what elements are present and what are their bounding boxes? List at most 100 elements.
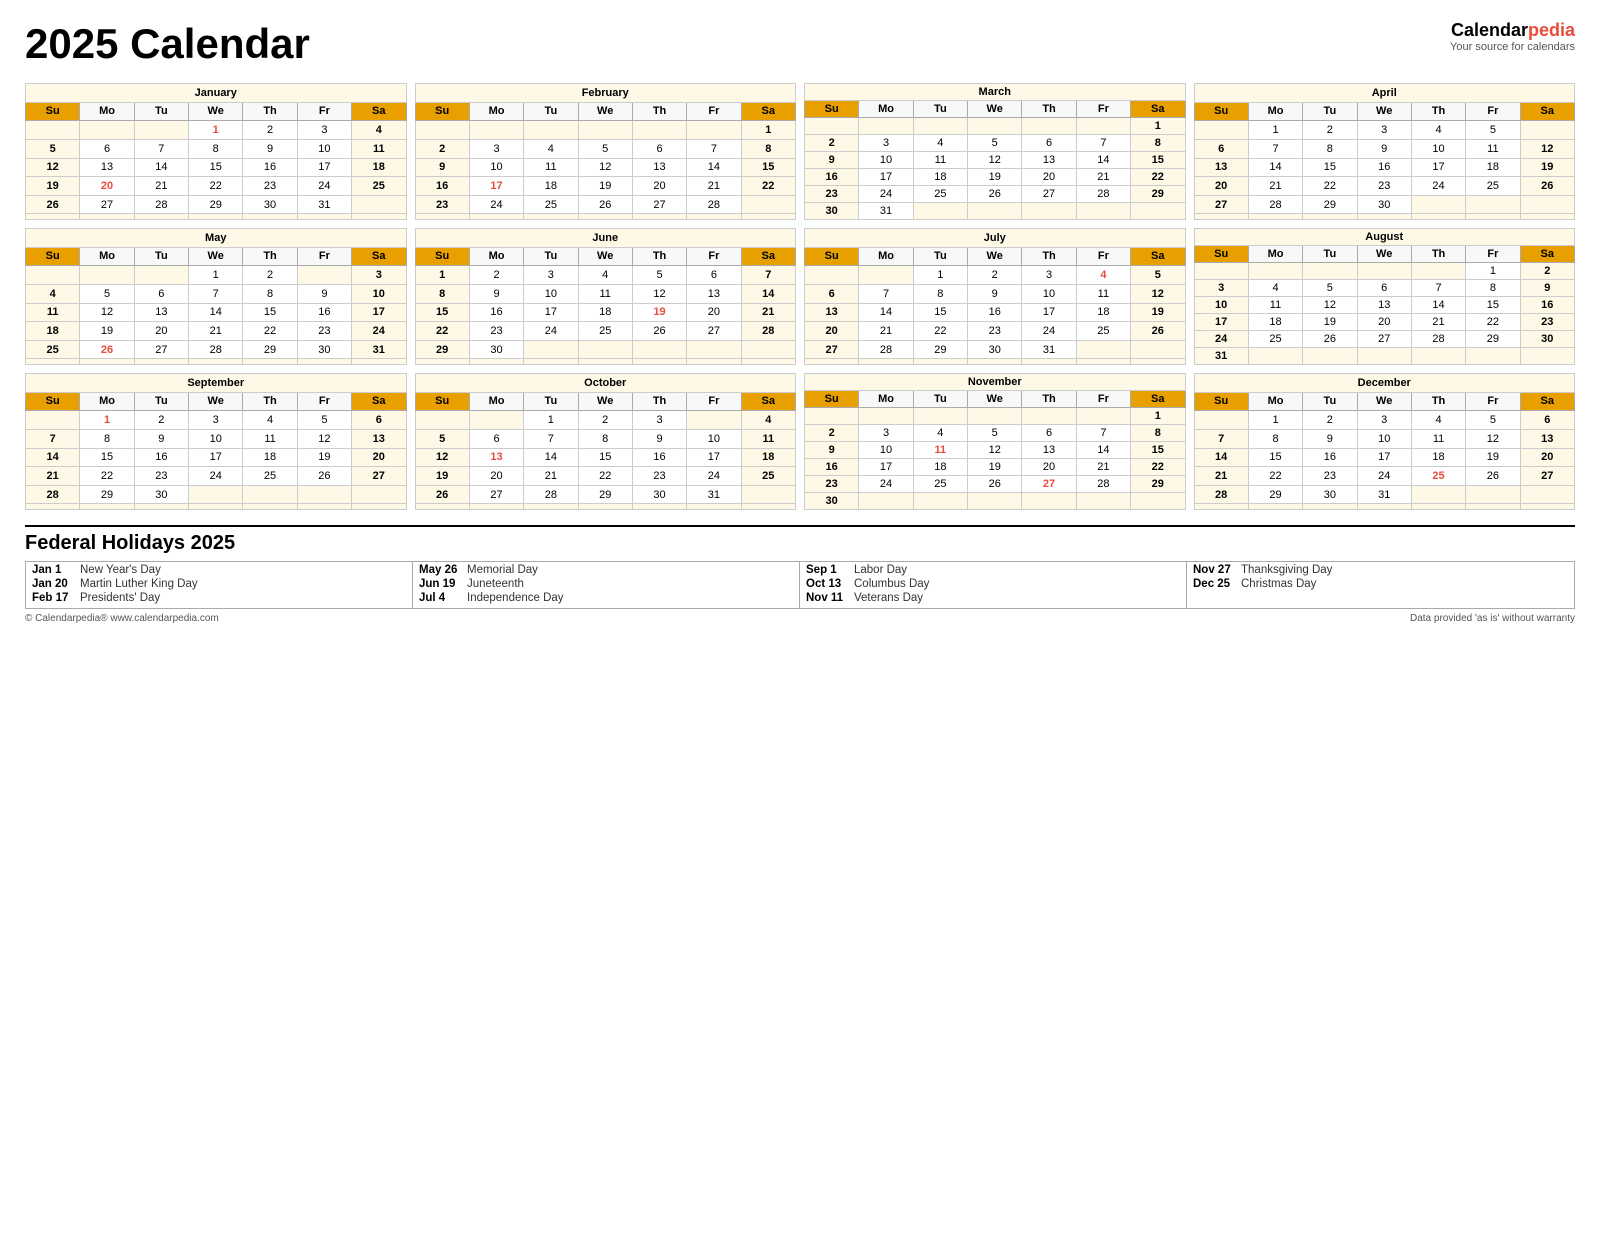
calendar-day[interactable]: 28 <box>1194 485 1248 504</box>
calendar-day[interactable]: 25 <box>1076 322 1130 341</box>
calendar-day[interactable]: 5 <box>968 135 1022 152</box>
calendar-day[interactable]: 27 <box>469 485 523 504</box>
calendar-day[interactable]: 8 <box>1303 139 1357 158</box>
calendar-day[interactable]: 3 <box>352 266 406 285</box>
calendar-day[interactable]: 1 <box>913 266 967 285</box>
calendar-day[interactable]: 26 <box>968 476 1022 493</box>
calendar-day[interactable]: 1 <box>415 266 469 285</box>
calendar-day[interactable]: 2 <box>1303 411 1357 430</box>
calendar-day[interactable]: 13 <box>805 303 859 322</box>
calendar-day[interactable]: 28 <box>134 195 188 214</box>
calendar-day[interactable]: 16 <box>469 303 523 322</box>
calendar-day[interactable]: 5 <box>1303 280 1357 297</box>
calendar-day[interactable]: 13 <box>632 158 686 177</box>
calendar-day[interactable]: 21 <box>1076 459 1130 476</box>
calendar-day[interactable]: 23 <box>968 322 1022 341</box>
calendar-day[interactable]: 19 <box>1520 158 1574 177</box>
calendar-day[interactable]: 1 <box>1248 411 1302 430</box>
calendar-day[interactable]: 16 <box>632 448 686 467</box>
calendar-day[interactable]: 13 <box>1357 297 1411 314</box>
calendar-day[interactable]: 14 <box>1076 442 1130 459</box>
calendar-day[interactable]: 9 <box>805 152 859 169</box>
calendar-day[interactable]: 3 <box>1357 121 1411 140</box>
calendar-day[interactable]: 5 <box>578 139 632 158</box>
calendar-day[interactable]: 31 <box>1194 348 1248 365</box>
calendar-day[interactable]: 9 <box>632 429 686 448</box>
calendar-day[interactable]: 5 <box>1131 266 1185 285</box>
calendar-day[interactable]: 3 <box>1194 280 1248 297</box>
calendar-day[interactable]: 16 <box>1357 158 1411 177</box>
calendar-day[interactable]: 4 <box>243 411 297 430</box>
calendar-day[interactable]: 27 <box>1022 186 1076 203</box>
calendar-day[interactable]: 23 <box>632 467 686 486</box>
calendar-day[interactable]: 15 <box>243 303 297 322</box>
calendar-day[interactable]: 2 <box>805 135 859 152</box>
calendar-day[interactable]: 22 <box>1303 177 1357 196</box>
calendar-day[interactable]: 15 <box>741 158 795 177</box>
calendar-day[interactable]: 12 <box>1131 284 1185 303</box>
calendar-day[interactable]: 22 <box>913 322 967 341</box>
calendar-day[interactable]: 13 <box>1194 158 1248 177</box>
calendar-day[interactable]: 27 <box>632 195 686 214</box>
calendar-day[interactable]: 20 <box>1194 177 1248 196</box>
calendar-day[interactable]: 11 <box>1076 284 1130 303</box>
calendar-day[interactable]: 2 <box>243 266 297 285</box>
calendar-day[interactable]: 9 <box>469 284 523 303</box>
calendar-day[interactable]: 27 <box>134 340 188 359</box>
calendar-day[interactable]: 30 <box>805 203 859 220</box>
calendar-day[interactable]: 16 <box>415 177 469 196</box>
calendar-day[interactable]: 6 <box>1022 135 1076 152</box>
calendar-day[interactable]: 28 <box>524 485 578 504</box>
calendar-day[interactable]: 3 <box>859 425 913 442</box>
calendar-day[interactable]: 18 <box>913 459 967 476</box>
calendar-day[interactable]: 20 <box>1357 314 1411 331</box>
calendar-day[interactable]: 23 <box>469 322 523 341</box>
calendar-day[interactable]: 30 <box>1357 195 1411 214</box>
calendar-day[interactable]: 21 <box>134 177 188 196</box>
calendar-day[interactable]: 4 <box>524 139 578 158</box>
calendar-day[interactable]: 24 <box>469 195 523 214</box>
calendar-day[interactable]: 25 <box>1466 177 1520 196</box>
calendar-day[interactable]: 14 <box>524 448 578 467</box>
calendar-day[interactable]: 14 <box>189 303 243 322</box>
calendar-day[interactable]: 21 <box>1076 169 1130 186</box>
calendar-day[interactable]: 18 <box>1466 158 1520 177</box>
calendar-day[interactable]: 25 <box>26 340 80 359</box>
calendar-day[interactable]: 28 <box>1411 331 1465 348</box>
calendar-day[interactable]: 26 <box>297 467 351 486</box>
calendar-day[interactable]: 20 <box>805 322 859 341</box>
calendar-day[interactable]: 1 <box>741 121 795 140</box>
calendar-day[interactable]: 17 <box>1022 303 1076 322</box>
calendar-day[interactable]: 29 <box>243 340 297 359</box>
calendar-day[interactable]: 30 <box>632 485 686 504</box>
calendar-day[interactable]: 6 <box>469 429 523 448</box>
calendar-day[interactable]: 15 <box>1248 448 1302 467</box>
calendar-day[interactable]: 17 <box>1194 314 1248 331</box>
calendar-day[interactable]: 31 <box>352 340 406 359</box>
calendar-day[interactable]: 16 <box>1520 297 1574 314</box>
calendar-day[interactable]: 31 <box>859 203 913 220</box>
calendar-day[interactable]: 21 <box>859 322 913 341</box>
calendar-day[interactable]: 29 <box>578 485 632 504</box>
calendar-day[interactable]: 24 <box>687 467 741 486</box>
calendar-day[interactable]: 19 <box>297 448 351 467</box>
calendar-day[interactable]: 2 <box>469 266 523 285</box>
calendar-day[interactable]: 10 <box>469 158 523 177</box>
calendar-day[interactable]: 8 <box>1466 280 1520 297</box>
calendar-day[interactable]: 9 <box>134 429 188 448</box>
calendar-day[interactable]: 15 <box>1303 158 1357 177</box>
calendar-day[interactable]: 29 <box>1131 186 1185 203</box>
calendar-day[interactable]: 25 <box>243 467 297 486</box>
calendar-day[interactable]: 10 <box>687 429 741 448</box>
calendar-day[interactable]: 8 <box>189 139 243 158</box>
calendar-day[interactable]: 7 <box>687 139 741 158</box>
calendar-day[interactable]: 12 <box>415 448 469 467</box>
calendar-day[interactable]: 15 <box>80 448 134 467</box>
calendar-day[interactable]: 12 <box>297 429 351 448</box>
calendar-day[interactable]: 10 <box>1194 297 1248 314</box>
calendar-day[interactable]: 26 <box>80 340 134 359</box>
calendar-day[interactable]: 18 <box>1248 314 1302 331</box>
calendar-day[interactable]: 10 <box>1357 429 1411 448</box>
calendar-day[interactable]: 2 <box>1520 263 1574 280</box>
calendar-day[interactable]: 30 <box>805 493 859 510</box>
